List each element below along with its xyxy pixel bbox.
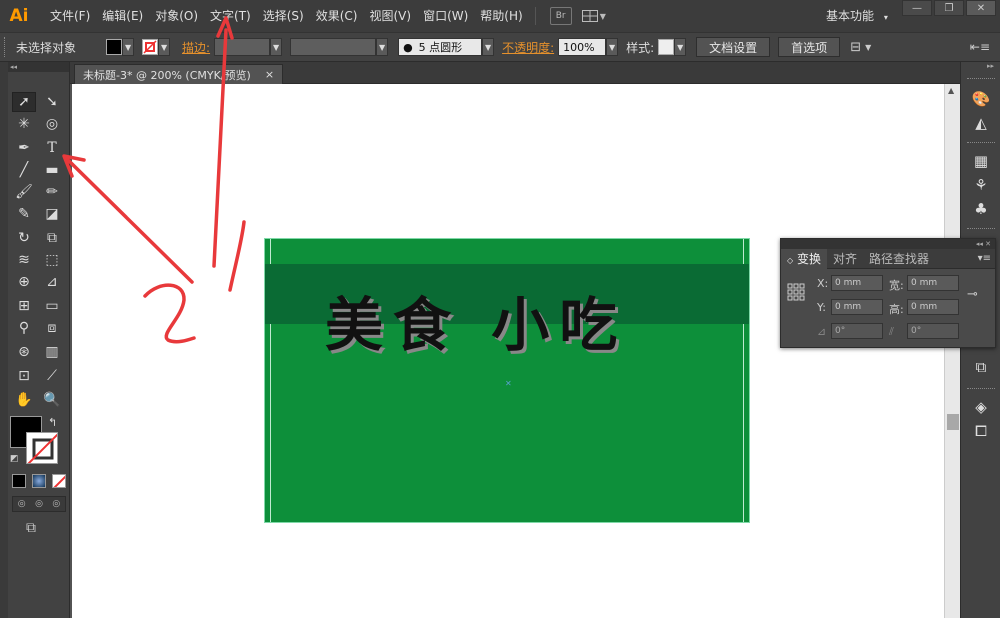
annotation-overlay bbox=[62, 16, 246, 344]
arrow-to-type-tool bbox=[64, 156, 194, 284]
annotation-number-2-icon bbox=[143, 283, 196, 344]
annotation-stroke bbox=[228, 220, 246, 292]
arrow-to-type-menu bbox=[212, 28, 228, 268]
